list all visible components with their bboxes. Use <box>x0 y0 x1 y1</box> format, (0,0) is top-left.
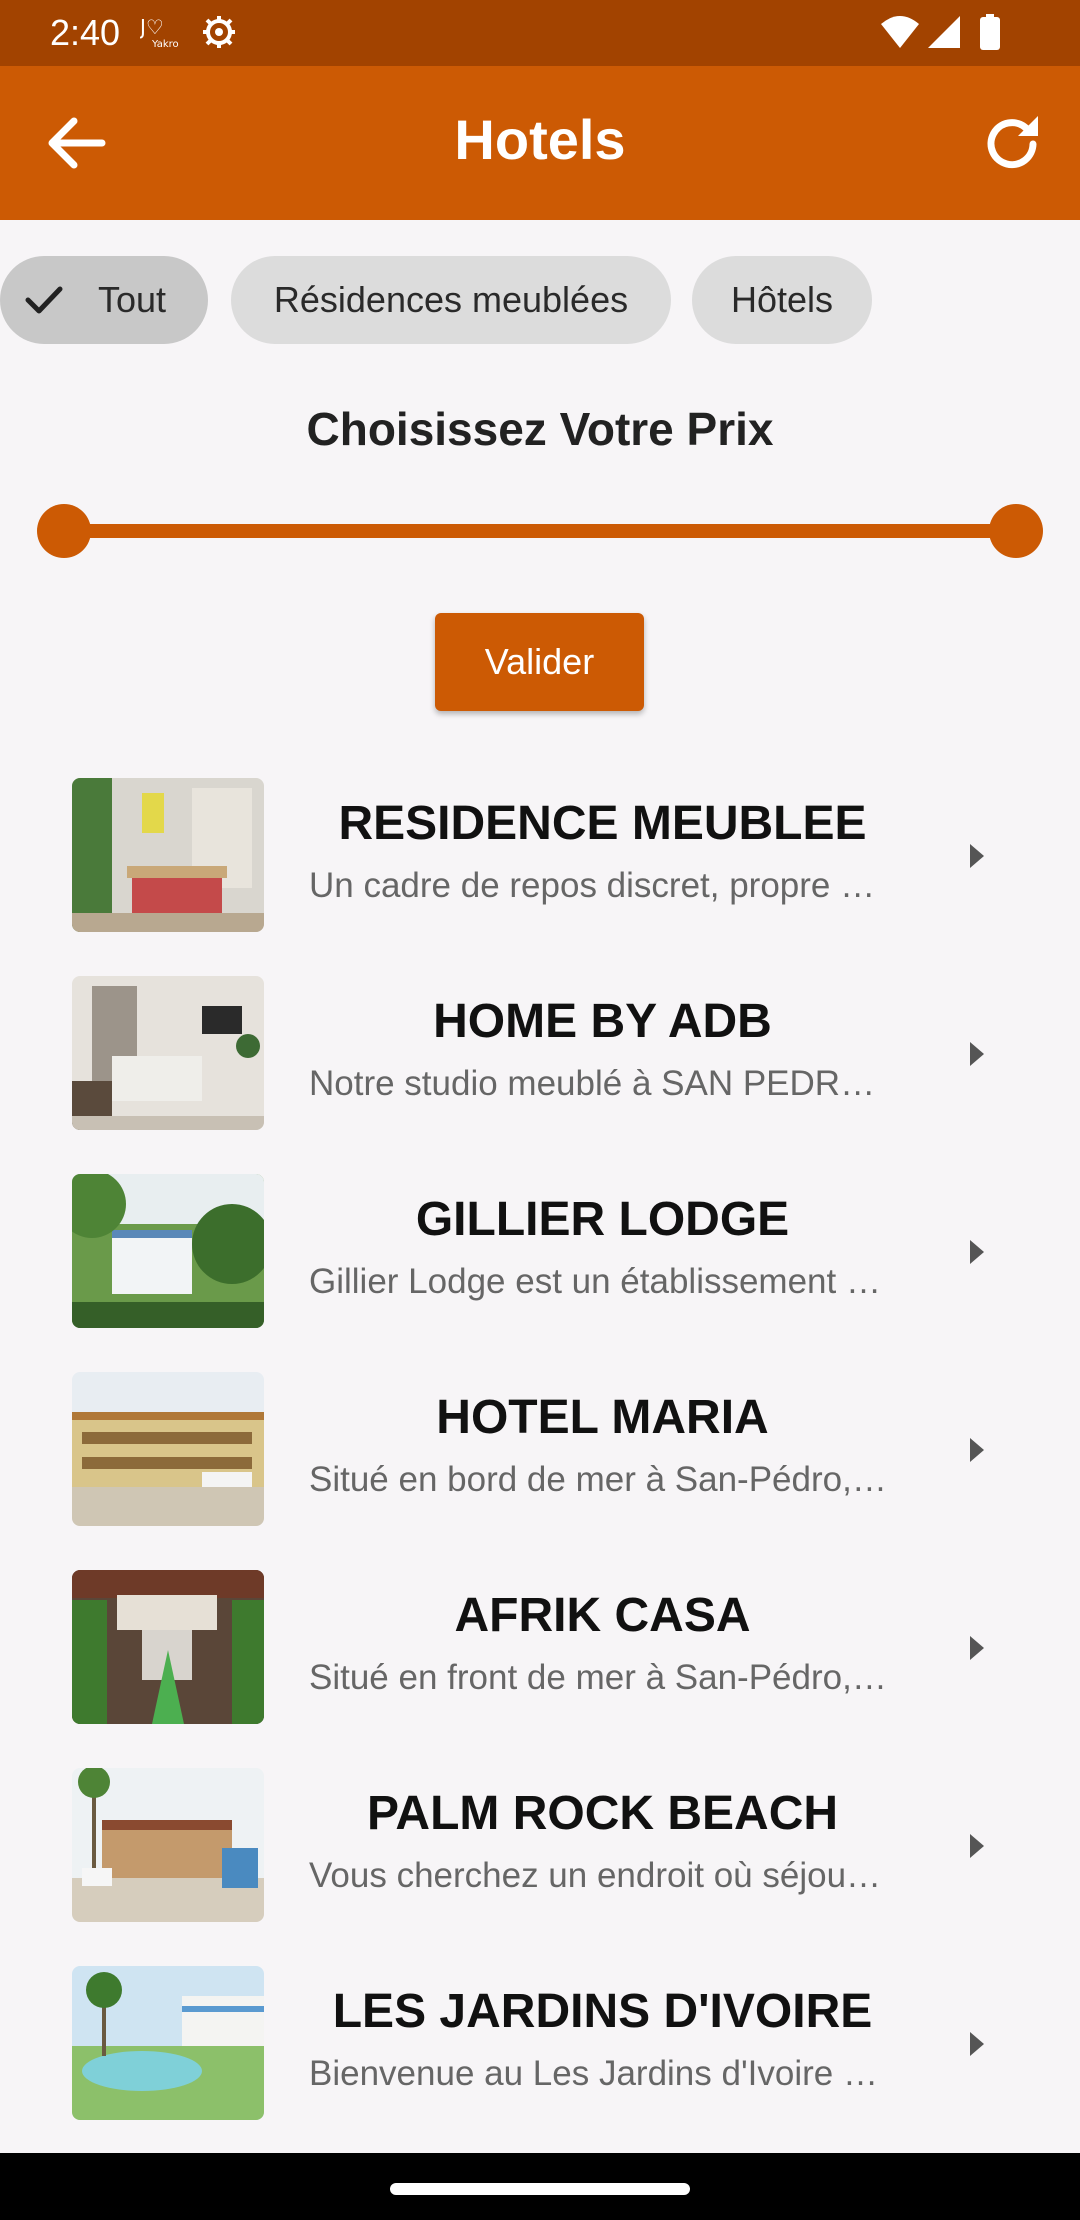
hotel-description: Situé en front de mer à San-Pédro, Afrik… <box>309 1658 887 1697</box>
list-item[interactable]: HOTEL MARIA Situé en bord de mer à San-P… <box>0 1372 1080 1570</box>
hotel-photo <box>72 1174 264 1328</box>
list-item[interactable]: RESIDENCE MEUBLEE Un cadre de repos disc… <box>0 778 1080 976</box>
check-icon <box>25 286 63 314</box>
svg-text:J♡: J♡ <box>140 15 164 39</box>
app-bar: Hotels <box>0 66 1080 220</box>
hotel-description: Gillier Lodge est un établissement situé… <box>309 1262 887 1301</box>
hotel-description: Situé en bord de mer à San-Pédro, l'hôte… <box>309 1460 887 1499</box>
chip-label: Hôtels <box>730 279 834 320</box>
hotel-photo <box>72 778 264 932</box>
hotel-name: GILLIER LODGE <box>415 1193 790 1246</box>
hotel-name: RESIDENCE MEUBLEE <box>338 797 867 850</box>
hotel-description: Un cadre de repos discret, propre et agr… <box>309 866 887 905</box>
chevron-right-icon <box>970 1042 984 1066</box>
hotel-photo <box>72 1372 264 1526</box>
battery-icon <box>980 14 1000 50</box>
hotel-name: HOME BY ADB <box>433 995 772 1048</box>
hotel-photo <box>72 1768 264 1922</box>
refresh-icon[interactable] <box>978 112 1050 176</box>
list-item[interactable]: AFRIK CASA Situé en front de mer à San-P… <box>0 1570 1080 1768</box>
list-item[interactable]: PALM ROCK BEACH Vous cherchez un endroit… <box>0 1768 1080 1966</box>
hotel-name: PALM ROCK BEACH <box>366 1787 839 1840</box>
signal-icon <box>928 16 960 48</box>
chip-label: Tout <box>98 279 167 320</box>
price-range-track[interactable] <box>64 524 1016 538</box>
price-max-handle[interactable] <box>989 504 1043 558</box>
chip-tout[interactable]: Tout <box>0 256 208 344</box>
hotel-name: LES JARDINS D'IVOIRE <box>332 1985 873 2038</box>
hotel-description: Vous cherchez un endroit où séjourner à … <box>309 1856 887 1895</box>
validate-button[interactable]: Valider <box>435 613 644 711</box>
chevron-right-icon <box>970 1438 984 1462</box>
status-time: 2:40 <box>50 12 121 53</box>
list-item[interactable]: LES JARDINS D'IVOIRE Bienvenue au Les Ja… <box>0 1966 1080 2164</box>
hotel-description: Bienvenue au Les Jardins d'Ivoire à San-… <box>309 2054 887 2093</box>
hotel-name: HOTEL MARIA <box>436 1391 769 1444</box>
status-bar: 2:40 J♡ Yakro <box>0 0 1080 66</box>
svg-text:Yakro: Yakro <box>151 39 179 50</box>
price-min-handle[interactable] <box>37 504 91 558</box>
settings-icon <box>203 16 235 48</box>
chip-hotels[interactable]: Hôtels <box>692 256 872 344</box>
wifi-icon <box>881 16 919 48</box>
page-title: Hotels <box>454 108 626 171</box>
chip-residences-meublees[interactable]: Résidences meublées <box>231 256 671 344</box>
hotel-description: Notre studio meublé à SAN PEDRO est idéa… <box>309 1064 887 1103</box>
list-item[interactable]: HOME BY ADB Notre studio meublé à SAN PE… <box>0 976 1080 1174</box>
list-item[interactable]: GILLIER LODGE Gillier Lodge est un établ… <box>0 1174 1080 1372</box>
price-heading: Choisissez Votre Prix <box>306 403 774 455</box>
chevron-right-icon <box>970 1240 984 1264</box>
chevron-right-icon <box>970 1636 984 1660</box>
chip-label: Résidences meublées <box>273 279 629 320</box>
chevron-right-icon <box>970 1834 984 1858</box>
hotel-photo <box>72 1966 264 2120</box>
chevron-right-icon <box>970 2032 984 2056</box>
hotel-name: AFRIK CASA <box>454 1589 751 1642</box>
chevron-right-icon <box>970 844 984 868</box>
hotel-photo <box>72 976 264 1130</box>
hotel-photo <box>72 1570 264 1724</box>
home-gesture-handle[interactable] <box>390 2183 690 2195</box>
yakro-logo-icon: J♡ Yakro <box>140 15 179 50</box>
system-nav-bar <box>0 2153 1080 2220</box>
